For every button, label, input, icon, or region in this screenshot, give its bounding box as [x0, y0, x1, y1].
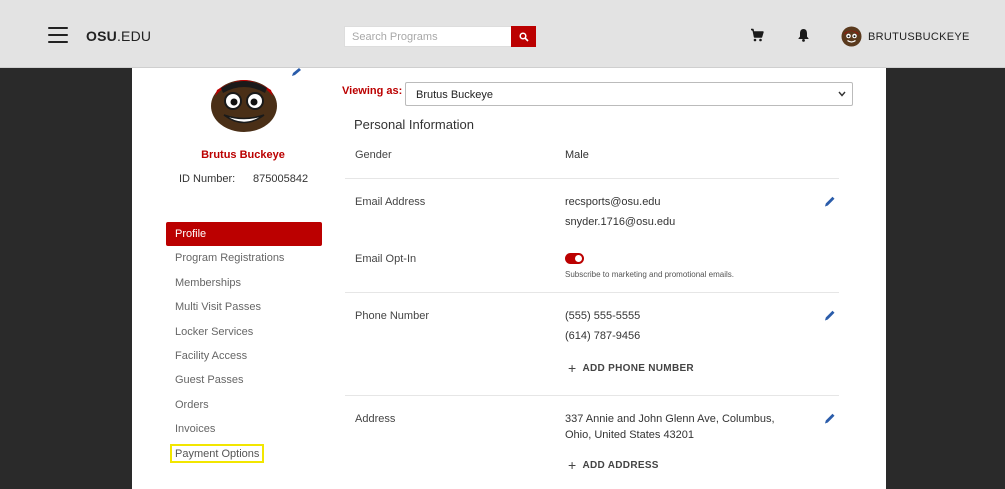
address-line-1: 337 Annie and John Glenn Ave, Columbus,: [565, 413, 775, 425]
divider: [345, 292, 839, 293]
nav-item-label: Guest Passes: [175, 374, 244, 387]
phone-label: Phone Number: [355, 310, 429, 322]
cart-button[interactable]: [750, 28, 764, 47]
email-optin-caption: Subscribe to marketing and promotional e…: [565, 270, 734, 279]
divider: [345, 178, 839, 179]
notifications-button[interactable]: [797, 28, 810, 47]
nav-item-guest-passes[interactable]: Guest Passes: [166, 368, 322, 392]
nav-item-facility-access[interactable]: Facility Access: [166, 344, 322, 368]
profile-nav: Profile Program Registrations Membership…: [166, 222, 322, 466]
nav-item-label: Invoices: [175, 423, 216, 436]
viewing-as-select[interactable]: Brutus Buckeye: [405, 82, 853, 106]
menu-icon[interactable]: [48, 27, 68, 43]
nav-item-label: Multi Visit Passes: [175, 301, 261, 314]
nav-item-label: Program Registrations: [175, 252, 285, 265]
nav-item-program-registrations[interactable]: Program Registrations: [166, 246, 322, 270]
cart-icon: [751, 28, 764, 42]
address-line-2: Ohio, United States 43201: [565, 429, 695, 441]
pencil-icon: [825, 196, 835, 207]
nav-item-orders[interactable]: Orders: [166, 393, 322, 417]
profile-name: Brutus Buckeye: [201, 149, 285, 161]
site-brand[interactable]: OSU.EDU: [86, 28, 151, 44]
viewing-as-label: Viewing as:: [342, 85, 403, 97]
nav-item-invoices[interactable]: Invoices: [166, 417, 322, 441]
email-value-2: snyder.1716@osu.edu: [565, 216, 676, 228]
nav-item-label: Orders: [175, 398, 209, 411]
email-label: Email Address: [355, 196, 426, 208]
address-label: Address: [355, 413, 396, 425]
nav-item-multi-visit-passes[interactable]: Multi Visit Passes: [166, 295, 322, 319]
phone-value-1: (555) 555-5555: [565, 310, 641, 322]
divider: [345, 395, 839, 396]
edit-avatar-button[interactable]: [290, 64, 302, 82]
brand-rest-text: .EDU: [116, 28, 152, 44]
edit-address-button[interactable]: [823, 412, 836, 430]
nav-item-label: Profile: [175, 228, 207, 240]
search-box: [344, 26, 536, 47]
email-optin-toggle[interactable]: [565, 253, 584, 264]
add-phone-number-button[interactable]: + ADD PHONE NUMBER: [568, 360, 694, 376]
id-number-label: ID Number:: [179, 173, 236, 185]
pencil-icon: [292, 68, 301, 76]
edit-email-button[interactable]: [823, 195, 836, 213]
edit-phone-button[interactable]: [823, 309, 836, 327]
plus-icon: +: [568, 457, 577, 473]
brand-bold-text: OSU: [86, 28, 117, 44]
nav-item-memberships[interactable]: Memberships: [166, 271, 322, 295]
add-phone-label: ADD PHONE NUMBER: [582, 362, 694, 374]
avatar-icon: [841, 26, 862, 47]
toggle-knob: [575, 255, 582, 262]
add-address-label: ADD ADDRESS: [582, 459, 659, 471]
add-address-button[interactable]: + ADD ADDRESS: [568, 457, 659, 473]
search-input[interactable]: [345, 27, 511, 46]
user-menu[interactable]: BRUTUSBUCKEYE: [841, 26, 970, 47]
nav-item-label: Locker Services: [175, 325, 254, 338]
nav-item-label: Memberships: [175, 276, 242, 289]
nav-item-label: Payment Options: [170, 443, 265, 463]
profile-avatar: [211, 80, 277, 132]
email-value-1: recsports@osu.edu: [565, 196, 661, 208]
top-bar: OSU.EDU BRU: [0, 0, 1005, 68]
search-icon: [518, 31, 529, 42]
gender-value: Male: [565, 149, 589, 161]
nav-item-label: Facility Access: [175, 349, 248, 362]
phone-value-2: (614) 787-9456: [565, 330, 641, 342]
nav-item-locker-services[interactable]: Locker Services: [166, 320, 322, 344]
pencil-icon: [825, 310, 835, 321]
section-title: Personal Information: [354, 117, 474, 132]
gender-label: Gender: [355, 149, 392, 161]
id-number-value: 875005842: [253, 173, 309, 185]
viewing-as-value: Brutus Buckeye: [416, 89, 494, 101]
bell-icon: [798, 29, 809, 42]
email-optin-label: Email Opt-In: [355, 253, 417, 265]
nav-item-payment-options[interactable]: Payment Options: [166, 442, 322, 466]
nav-item-profile[interactable]: Profile: [166, 222, 322, 247]
plus-icon: +: [568, 360, 577, 376]
chevron-down-icon: [838, 91, 846, 97]
pencil-icon: [825, 413, 835, 424]
search-button[interactable]: [511, 26, 536, 47]
username-label: BRUTUSBUCKEYE: [868, 30, 970, 43]
